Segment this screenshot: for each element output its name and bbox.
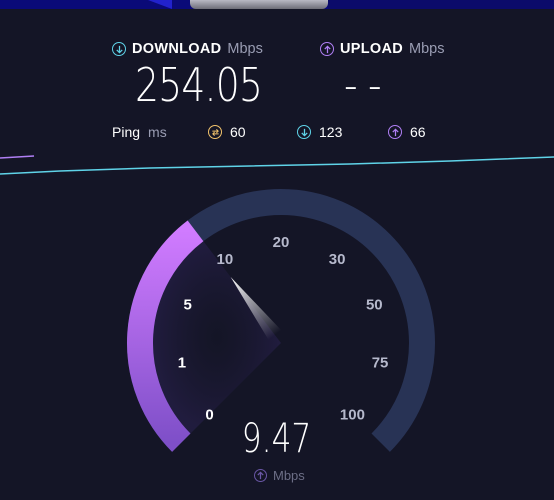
gauge-tick-label: 20	[273, 234, 290, 251]
arrow-up-circle-icon	[254, 469, 267, 482]
current-speed-unit: Mbps	[254, 468, 305, 483]
current-speed-value: 9.47	[0, 416, 554, 462]
current-speed-unit-label: Mbps	[273, 468, 305, 483]
gauge-tick-label: 30	[329, 251, 346, 268]
gauge-tick-label: 10	[217, 251, 234, 268]
gauge-tick-label: 5	[184, 296, 192, 313]
gauge-tick-label: 1	[178, 355, 186, 372]
gauge-tick-label: 50	[366, 296, 383, 313]
current-speed-text: 9.47	[242, 416, 312, 462]
gauge-tick-label: 75	[372, 355, 389, 372]
